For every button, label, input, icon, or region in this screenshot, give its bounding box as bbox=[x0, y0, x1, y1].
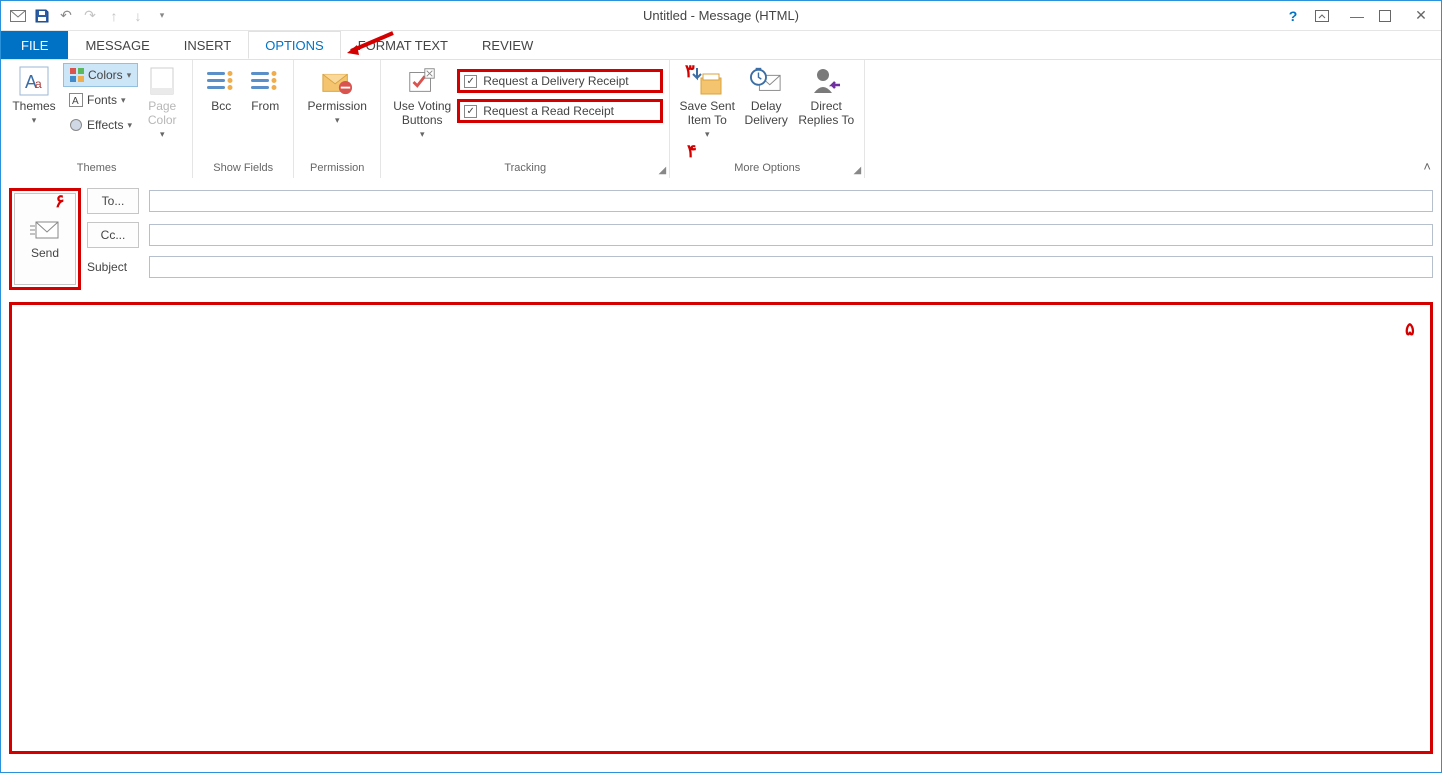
voting-buttons-button[interactable]: Use Voting Buttons bbox=[387, 63, 457, 141]
effects-button[interactable]: Effects ▾ bbox=[63, 113, 138, 137]
svg-text:A: A bbox=[72, 96, 79, 107]
delay-icon bbox=[750, 65, 782, 97]
redo-icon[interactable]: ↷ bbox=[79, 5, 101, 27]
cc-input[interactable] bbox=[149, 224, 1433, 246]
fonts-button[interactable]: A Fonts ▾ bbox=[63, 88, 138, 112]
read-receipt-label: Request a Read Receipt bbox=[483, 104, 614, 118]
themes-icon: Aa bbox=[18, 65, 50, 97]
bcc-icon bbox=[205, 65, 237, 97]
group-permission-label: Permission bbox=[300, 160, 374, 178]
direct-replies-button[interactable]: Direct Replies To bbox=[794, 63, 858, 127]
themes-label: Themes bbox=[12, 99, 55, 113]
title-bar: ↶ ↷ ↑ ↓ ▾ Untitled - Message (HTML) ? — … bbox=[1, 1, 1441, 31]
voting-label: Use Voting Buttons bbox=[387, 99, 457, 127]
colors-button[interactable]: Colors ▾ bbox=[63, 63, 138, 87]
annotation-arrow-icon bbox=[345, 31, 395, 57]
save-icon[interactable] bbox=[31, 5, 53, 27]
delay-label: Delay Delivery bbox=[738, 99, 794, 127]
delivery-receipt-label: Request a Delivery Receipt bbox=[483, 74, 628, 88]
delay-delivery-button[interactable]: Delay Delivery bbox=[738, 63, 794, 127]
undo-icon[interactable]: ↶ bbox=[55, 5, 77, 27]
fonts-label: Fonts bbox=[87, 93, 117, 107]
up-arrow-icon[interactable]: ↑ bbox=[103, 5, 125, 27]
mail-icon[interactable] bbox=[7, 5, 29, 27]
colors-icon bbox=[70, 68, 84, 82]
page-color-button[interactable]: Page Color bbox=[138, 63, 186, 141]
send-label: Send bbox=[31, 246, 59, 260]
save-sent-label: Save Sent Item To bbox=[676, 99, 738, 127]
window-controls: ? — ✕ bbox=[1283, 7, 1441, 24]
from-button[interactable]: From bbox=[243, 63, 287, 113]
direct-replies-icon bbox=[810, 65, 842, 97]
group-themes: Aa Themes Colors ▾ A Fonts ▾ Effe bbox=[1, 60, 193, 178]
dialog-launcher-icon[interactable]: ◢ bbox=[854, 165, 862, 176]
page-color-label: Page Color bbox=[138, 99, 186, 127]
message-body[interactable] bbox=[9, 302, 1433, 754]
colors-label: Colors bbox=[88, 68, 123, 82]
close-icon[interactable]: ✕ bbox=[1411, 7, 1431, 24]
group-show-fields: Bcc From Show Fields bbox=[193, 60, 294, 178]
compose-area: Send To... Cc... Subject bbox=[1, 178, 1441, 298]
voting-icon bbox=[406, 65, 438, 97]
quick-access-toolbar: ↶ ↷ ↑ ↓ ▾ bbox=[1, 5, 173, 27]
tab-file[interactable]: FILE bbox=[1, 31, 68, 59]
tab-review[interactable]: REVIEW bbox=[465, 31, 550, 59]
from-label: From bbox=[251, 99, 279, 113]
save-sent-item-button[interactable]: Save Sent Item To bbox=[676, 63, 738, 141]
chevron-down-icon bbox=[32, 113, 37, 127]
minimize-icon[interactable]: — bbox=[1347, 8, 1367, 24]
help-icon[interactable]: ? bbox=[1283, 8, 1303, 24]
send-highlight: Send bbox=[9, 188, 81, 290]
tab-options[interactable]: OPTIONS bbox=[248, 31, 341, 59]
group-tracking: Use Voting Buttons ✓ Request a Delivery … bbox=[381, 60, 670, 178]
qat-customize-icon[interactable]: ▾ bbox=[151, 5, 173, 27]
dialog-launcher-icon[interactable]: ◢ bbox=[659, 165, 667, 176]
collapse-ribbon-icon[interactable]: ˄ bbox=[1423, 159, 1431, 174]
delivery-receipt-checkbox[interactable]: ✓ Request a Delivery Receipt bbox=[457, 69, 663, 93]
bcc-label: Bcc bbox=[211, 99, 231, 113]
chevron-down-icon bbox=[420, 127, 425, 141]
read-receipt-checkbox[interactable]: ✓ Request a Read Receipt bbox=[457, 99, 663, 123]
permission-icon bbox=[321, 65, 353, 97]
permission-label: Permission bbox=[308, 99, 367, 113]
group-more-options: Save Sent Item To Delay Delivery Direct … bbox=[670, 60, 865, 178]
ribbon-display-icon[interactable] bbox=[1315, 10, 1335, 22]
chevron-down-icon bbox=[160, 127, 165, 141]
fonts-icon: A bbox=[69, 93, 83, 107]
send-button[interactable]: Send bbox=[14, 193, 76, 285]
cc-button[interactable]: Cc... bbox=[87, 222, 139, 248]
group-show-fields-label: Show Fields bbox=[199, 160, 287, 178]
themes-button[interactable]: Aa Themes bbox=[7, 63, 61, 127]
from-icon bbox=[249, 65, 281, 97]
save-sent-icon bbox=[691, 65, 723, 97]
direct-replies-label: Direct Replies To bbox=[794, 99, 858, 127]
effects-label: Effects bbox=[87, 118, 123, 132]
group-permission: Permission Permission bbox=[294, 60, 381, 178]
permission-button[interactable]: Permission bbox=[300, 63, 374, 127]
tab-message[interactable]: MESSAGE bbox=[68, 31, 166, 59]
checkbox-checked-icon: ✓ bbox=[464, 75, 477, 88]
group-more-options-label: More Options bbox=[676, 160, 858, 178]
to-input[interactable] bbox=[149, 190, 1433, 212]
ribbon: Aa Themes Colors ▾ A Fonts ▾ Effe bbox=[1, 59, 1441, 178]
chevron-down-icon bbox=[705, 127, 710, 141]
svg-text:a: a bbox=[35, 77, 42, 91]
ribbon-tabs: FILE MESSAGE INSERT OPTIONS FORMAT TEXT … bbox=[1, 31, 1441, 59]
chevron-down-icon bbox=[335, 113, 340, 127]
send-icon bbox=[30, 218, 60, 240]
to-button[interactable]: To... bbox=[87, 188, 139, 214]
maximize-icon[interactable] bbox=[1379, 10, 1399, 22]
checkbox-checked-icon: ✓ bbox=[464, 105, 477, 118]
group-themes-label: Themes bbox=[7, 160, 186, 178]
subject-label: Subject bbox=[87, 260, 139, 274]
effects-icon bbox=[69, 118, 83, 132]
bcc-button[interactable]: Bcc bbox=[199, 63, 243, 113]
down-arrow-icon[interactable]: ↓ bbox=[127, 5, 149, 27]
tab-insert[interactable]: INSERT bbox=[167, 31, 248, 59]
subject-input[interactable] bbox=[149, 256, 1433, 278]
page-color-icon bbox=[146, 65, 178, 97]
window-title: Untitled - Message (HTML) bbox=[643, 8, 799, 23]
group-tracking-label: Tracking bbox=[387, 160, 663, 178]
